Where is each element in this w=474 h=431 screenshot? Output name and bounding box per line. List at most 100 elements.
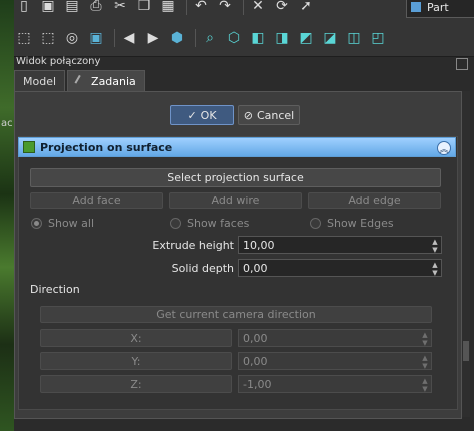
radio-dot: [170, 218, 181, 229]
workbench-switch-icon[interactable]: ⬢: [167, 28, 187, 48]
solid-depth-label: Solid depth: [171, 262, 234, 275]
y-direction-input[interactable]: 0,00 ▲ ▼: [238, 352, 432, 370]
add-face-button[interactable]: Add face: [30, 192, 163, 209]
show-all-radio[interactable]: Show all: [31, 217, 94, 230]
section-title: Projection on surface: [40, 140, 173, 154]
show-faces-radio[interactable]: Show faces: [170, 217, 249, 230]
part-workbench-icon: [411, 2, 421, 12]
direction-label: Direction: [30, 283, 80, 296]
draw-style-icon[interactable]: ◎: [62, 28, 82, 48]
radio-dot: [31, 218, 42, 229]
spin-arrows-icon[interactable]: ▲ ▼: [420, 377, 430, 393]
spin-arrows-icon[interactable]: ▲ ▼: [420, 354, 430, 370]
toolbar-separator: [195, 29, 196, 47]
camera-direction-button[interactable]: Get current camera direction: [40, 306, 432, 323]
left-view-icon[interactable]: ◰: [368, 28, 388, 48]
print-icon[interactable]: ⎙: [86, 0, 106, 16]
workbench-label: Part: [427, 0, 449, 14]
front-view-icon[interactable]: ◧: [248, 28, 268, 48]
tasks-icon: [74, 74, 89, 88]
scrollbar-thumb[interactable]: [463, 341, 469, 361]
toolbar-separator: [186, 0, 187, 15]
z-direction-input[interactable]: -1,00 ▲ ▼: [238, 375, 432, 393]
cut-icon[interactable]: ✂: [110, 0, 130, 16]
select-surface-label: Select projection surface: [167, 171, 304, 184]
spin-arrows-icon[interactable]: ▲ ▼: [430, 238, 440, 254]
show-faces-label: Show faces: [187, 217, 250, 230]
x-direction-input[interactable]: 0,00 ▲ ▼: [238, 329, 432, 347]
tab-tasks-label: Zadania: [91, 74, 136, 88]
ok-button[interactable]: ✓ OK: [170, 105, 234, 125]
check-icon: ✓: [187, 108, 197, 122]
z-value: -1,00: [243, 377, 272, 391]
rear-view-icon[interactable]: ◪: [320, 28, 340, 48]
spin-arrows-icon[interactable]: ▲ ▼: [430, 261, 440, 277]
undo-icon[interactable]: ↶: [191, 0, 211, 16]
float-panel-icon[interactable]: [456, 58, 468, 70]
tools-icon[interactable]: ✕: [248, 0, 268, 16]
tab-model[interactable]: Model: [14, 70, 66, 91]
camera-direction-label: Get current camera direction: [156, 308, 316, 321]
box-element-select-icon[interactable]: ⬚: [38, 28, 58, 48]
y-direction-button[interactable]: Y:: [40, 352, 232, 370]
spin-arrows-icon[interactable]: ▲ ▼: [420, 331, 430, 347]
show-edges-label: Show Edges: [327, 217, 394, 230]
bounding-box-icon[interactable]: ▣: [86, 28, 106, 48]
save-icon[interactable]: ▤: [62, 0, 82, 16]
z-direction-button[interactable]: Z:: [40, 375, 232, 393]
3d-viewport-edge: ac: [0, 0, 14, 431]
workbench-selector[interactable]: Part: [406, 0, 474, 18]
extrude-height-value: 10,00: [243, 238, 275, 252]
combo-view-title: Widok połączony: [16, 56, 101, 67]
bottom-view-icon[interactable]: ◫: [344, 28, 364, 48]
toolbar-separator: [243, 0, 244, 15]
x-value: 0,00: [243, 331, 268, 345]
combo-view-tabs: Model Zadania: [14, 70, 147, 91]
y-label: Y:: [131, 354, 141, 368]
refresh-icon[interactable]: ⟳: [272, 0, 292, 16]
new-document-icon[interactable]: ▯: [14, 0, 34, 16]
extrude-height-label: Extrude height: [152, 239, 234, 252]
top-view-icon[interactable]: ◨: [272, 28, 292, 48]
cancel-label: Cancel: [256, 108, 295, 122]
cancel-button[interactable]: ⊘ Cancel: [238, 105, 300, 125]
solid-depth-input[interactable]: 0,00 ▲ ▼: [238, 259, 442, 277]
back-arrow-icon[interactable]: ◀: [119, 28, 139, 48]
right-view-icon[interactable]: ◩: [296, 28, 316, 48]
tab-tasks[interactable]: Zadania: [67, 70, 145, 91]
forward-arrow-icon[interactable]: ▶: [143, 28, 163, 48]
show-all-label: Show all: [48, 217, 95, 230]
projection-icon: [23, 141, 35, 153]
redo-icon[interactable]: ↷: [215, 0, 235, 16]
extrude-height-input[interactable]: 10,00 ▲ ▼: [238, 236, 442, 254]
tab-model-label: Model: [23, 74, 57, 88]
ok-label: OK: [200, 108, 217, 122]
cancel-icon: ⊘: [243, 108, 253, 122]
paste-icon[interactable]: ▦: [158, 0, 178, 16]
main-toolbar: ▯ ▣ ▤ ⎙ ✂ ❐ ▦ ↶ ↷ ✕ ⟳ ➚ Part ⬚ ⬚ ◎ ▣ ◀ ▶…: [14, 0, 474, 57]
add-edge-button[interactable]: Add edge: [308, 192, 441, 209]
add-face-label: Add face: [72, 194, 121, 207]
projection-section-header: Projection on surface ︽: [18, 137, 456, 157]
zoom-icon[interactable]: ⌕: [200, 28, 220, 48]
toolbar-row-file: ▯ ▣ ▤ ⎙ ✂ ❐ ▦ ↶ ↷ ✕ ⟳ ➚: [14, 0, 320, 18]
x-label: X:: [130, 331, 142, 345]
box-select-icon[interactable]: ⬚: [14, 28, 34, 48]
save-all-icon[interactable]: ▣: [38, 0, 58, 16]
add-edge-label: Add edge: [348, 194, 401, 207]
collapse-icon[interactable]: ︽: [437, 141, 451, 155]
select-surface-button[interactable]: Select projection surface: [30, 168, 441, 187]
x-direction-button[interactable]: X:: [40, 329, 232, 347]
z-label: Z:: [130, 377, 142, 391]
copy-icon[interactable]: ❐: [134, 0, 154, 16]
add-wire-button[interactable]: Add wire: [169, 192, 302, 209]
solid-depth-value: 0,00: [243, 261, 268, 275]
pointer-icon[interactable]: ➚: [296, 0, 316, 16]
isometric-view-icon[interactable]: ⬡: [224, 28, 244, 48]
toolbar-row-view: ⬚ ⬚ ◎ ▣ ◀ ▶ ⬢ ⌕ ⬡ ◧ ◨ ◩ ◪ ◫ ◰: [14, 26, 392, 50]
y-value: 0,00: [243, 354, 268, 368]
task-panel-scrollbar[interactable]: [462, 91, 470, 417]
toolbar-separator: [114, 29, 115, 47]
show-edges-radio[interactable]: Show Edges: [310, 217, 394, 230]
viewport-text: ac: [1, 118, 13, 129]
